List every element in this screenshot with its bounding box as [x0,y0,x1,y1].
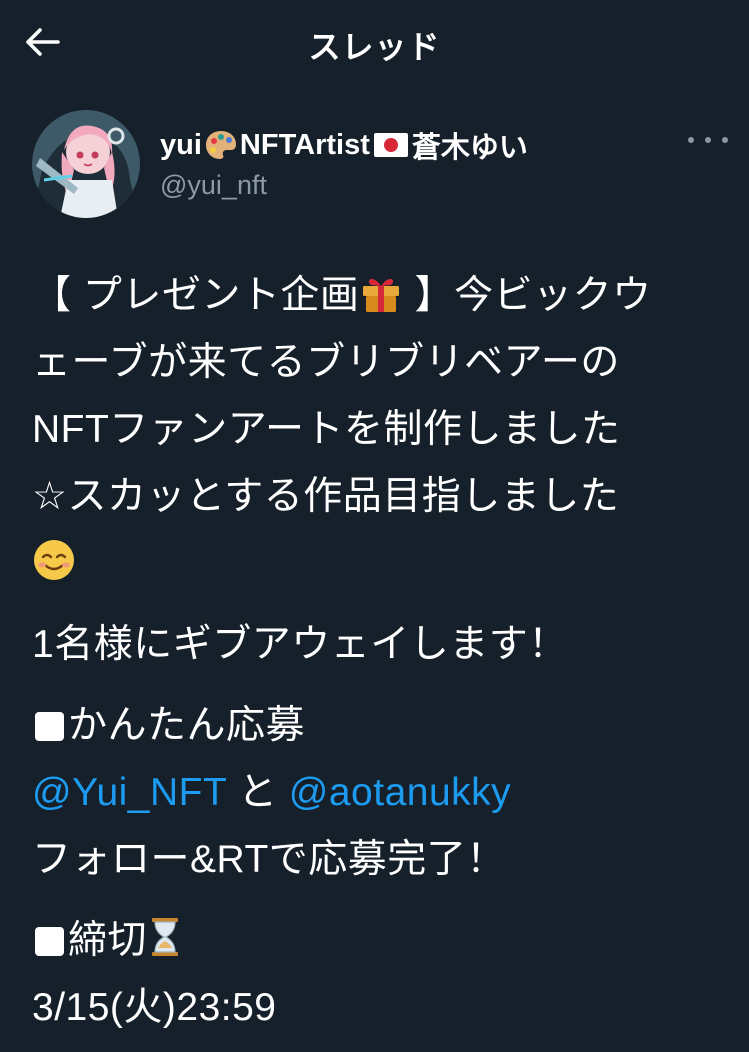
palette-icon [205,131,236,159]
tweet-line: 3/15(火)23:59 [32,986,277,1029]
thread-screen: スレッド yui NFTArtist 蒼木ゆい @yui_nft 【 プレゼント… [0,0,749,1052]
author-display-name[interactable]: yui NFTArtist 蒼木ゆい [160,124,528,166]
tweet-line: ☆スカッとする作品目指しました [32,475,620,518]
author-name-prefix: yui [160,128,202,161]
tweet-text-segment: 締切 [68,919,148,962]
gift-icon [363,278,400,312]
white-square-icon [35,927,64,956]
mention-link[interactable]: @aotanukky [289,771,511,814]
tweet-line: NFTファンアートを制作しました [32,408,621,451]
header-bar: スレッド [0,0,749,86]
more-options-button[interactable] [688,130,728,150]
tweet-line: ェーブが来てるブリブリベアーの [32,341,620,384]
more-dot [722,137,728,143]
tweet-line: 【 プレゼント企画 】今ビックウ [32,262,722,329]
author-name-middle: NFTArtist [239,128,370,161]
page-title: スレッド [308,29,441,65]
tweet-text-segment: 【 プレゼント企画 [32,274,360,317]
tweet-text: 【 プレゼント企画 】今ビックウ ェーブが来てるブリブリベアーの NFTファンア… [32,262,722,1041]
hourglass-icon [152,918,179,956]
tweet-line: フォロー&RTで応募完了！ [32,838,506,881]
smiling-face-icon [34,540,74,580]
avatar[interactable] [32,110,140,218]
white-square-icon [35,712,64,741]
tweet-line: かんたん応募 [32,692,722,759]
tweet-line: @Yui_NFT と @aotanukky [32,759,722,826]
tweet-text-segment: と [226,771,289,814]
author-name-suffix: 蒼木ゆい [411,132,528,164]
tweet-line [32,530,722,597]
tweet-line: 締切 [32,907,722,974]
more-horizontal-icon [688,137,694,143]
japan-flag-icon [373,133,408,157]
tweet-text-segment: 】今ビックウ [403,274,652,317]
author-handle[interactable]: @yui_nft [160,170,267,201]
mention-link[interactable]: @Yui_NFT [32,771,227,814]
avatar-image [32,110,140,218]
tweet-text-segment: かんたん応募 [68,704,306,747]
more-dot [705,137,711,143]
tweet-line: 1名様にギブアウェイします！ [32,623,568,666]
tweet-author: yui NFTArtist 蒼木ゆい @yui_nft [32,110,728,220]
